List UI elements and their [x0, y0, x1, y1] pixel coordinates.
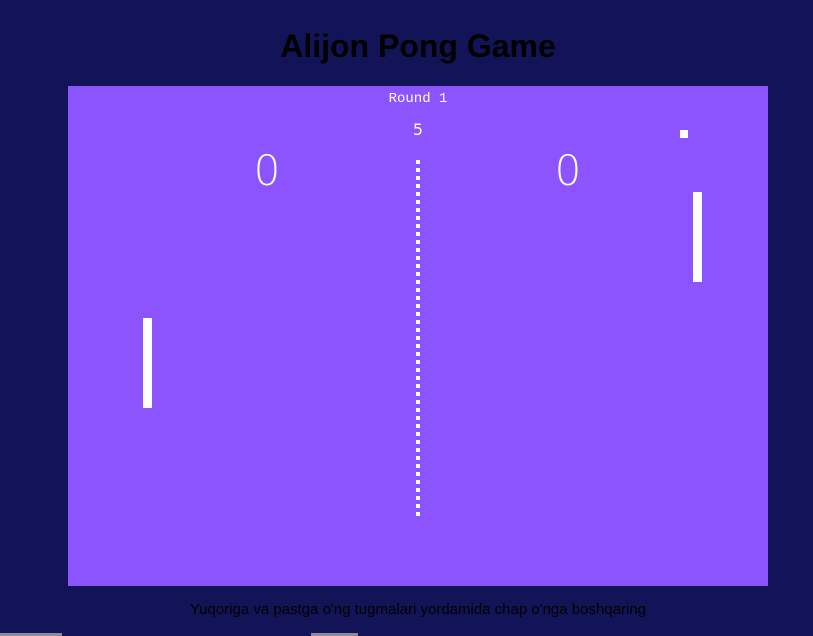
page-title: Alijon Pong Game	[280, 28, 556, 64]
controls-instructions: Yuqoriga va pastga o'ng tugmalari yordam…	[189, 601, 647, 618]
right-player-score: 0	[554, 146, 582, 195]
game-canvas[interactable]: Round 1 5 0 0	[68, 86, 768, 586]
page: Alijon Pong Game Round 1 5 0 0 Yuqoriga …	[0, 0, 813, 636]
right-paddle	[693, 192, 702, 282]
round-timer: 5	[412, 120, 424, 139]
ball	[680, 130, 688, 138]
round-label: Round 1	[388, 91, 448, 107]
left-paddle	[143, 318, 152, 408]
left-player-score: 0	[253, 146, 281, 195]
center-net	[416, 160, 420, 518]
